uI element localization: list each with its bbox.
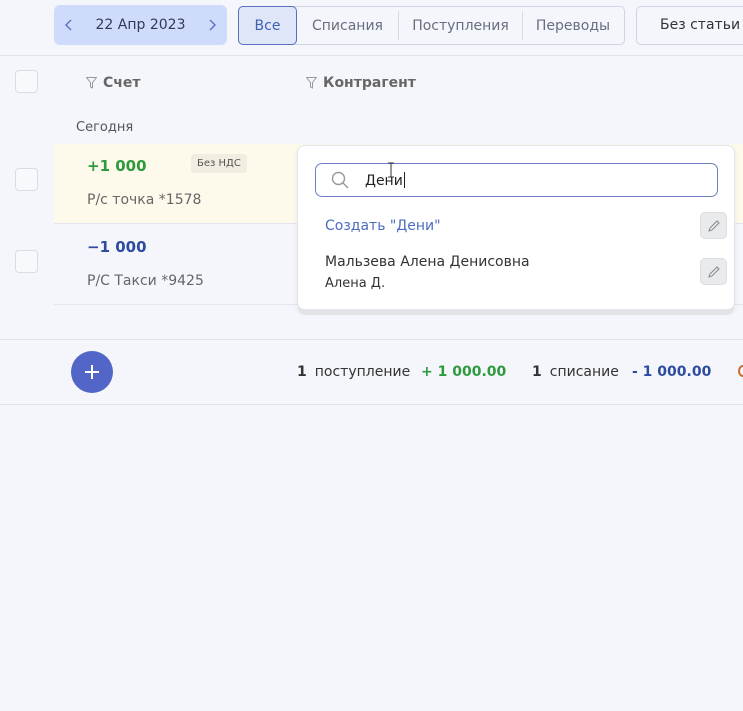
row-checkbox[interactable] bbox=[15, 250, 38, 273]
row-account: Р/С Такси *9425 bbox=[87, 273, 204, 289]
edit-button[interactable] bbox=[700, 212, 727, 239]
income-summary: 1 поступление bbox=[297, 364, 410, 380]
article-filter-button[interactable]: Без статьи (С bbox=[636, 6, 743, 45]
pencil-icon bbox=[707, 265, 720, 278]
counterparty-search-input[interactable]: Дени bbox=[315, 163, 718, 197]
divider bbox=[0, 55, 743, 56]
text-cursor-icon bbox=[388, 162, 394, 178]
chevron-left-icon[interactable] bbox=[62, 18, 76, 32]
counterparty-option[interactable]: Мальзева Алена Денисовна Алена Д. bbox=[325, 254, 530, 291]
section-label: Сегодня bbox=[76, 120, 134, 135]
plus-icon bbox=[85, 365, 99, 379]
income-total: + 1 000.00 bbox=[421, 364, 507, 380]
pencil-icon bbox=[707, 219, 720, 232]
search-value[interactable]: Дени bbox=[365, 172, 405, 189]
date-label[interactable]: 22 Апр 2023 bbox=[96, 17, 186, 33]
add-operation-button[interactable] bbox=[71, 351, 113, 393]
tab-writeoffs[interactable]: Списания bbox=[297, 11, 399, 40]
date-picker[interactable]: 22 Апр 2023 bbox=[54, 5, 227, 45]
expense-summary: 1 списание bbox=[532, 364, 619, 380]
search-icon bbox=[331, 171, 349, 189]
expense-total: - 1 000.00 bbox=[632, 364, 712, 380]
tab-receipts[interactable]: Поступления bbox=[399, 11, 523, 40]
operation-type-tabs: Все Списания Поступления Переводы bbox=[238, 6, 625, 45]
counterparty-dropdown: Дени Создать "Дени" Мальзева Алена Денис… bbox=[297, 145, 735, 310]
divider bbox=[0, 404, 743, 405]
filter-icon bbox=[86, 77, 97, 89]
expense-label: списание bbox=[549, 364, 619, 380]
column-label-account: Счет bbox=[103, 75, 141, 91]
counterparty-short-name: Алена Д. bbox=[325, 276, 386, 291]
income-count: 1 bbox=[297, 364, 307, 380]
row-checkbox[interactable] bbox=[15, 168, 38, 191]
divider bbox=[0, 339, 743, 340]
tab-transfers[interactable]: Переводы bbox=[523, 11, 623, 40]
counterparty-name: Мальзева Алена Денисовна bbox=[325, 254, 530, 270]
truncated-indicator bbox=[738, 365, 743, 377]
expense-count: 1 bbox=[532, 364, 542, 380]
vat-badge: Без НДС bbox=[191, 154, 247, 173]
tab-all[interactable]: Все bbox=[238, 6, 297, 45]
filter-icon bbox=[306, 77, 317, 89]
create-counterparty-option[interactable]: Создать "Дени" bbox=[325, 218, 441, 234]
column-header-account[interactable]: Счет bbox=[86, 75, 141, 91]
row-amount: −1 000 bbox=[87, 238, 147, 256]
row-account: Р/с точка *1578 bbox=[87, 192, 202, 208]
edit-button[interactable] bbox=[700, 258, 727, 285]
select-all-checkbox[interactable] bbox=[15, 70, 38, 93]
income-label: поступление bbox=[314, 364, 411, 380]
row-amount: +1 000 bbox=[87, 157, 147, 175]
column-header-counterparty[interactable]: Контрагент bbox=[306, 75, 416, 91]
chevron-right-icon[interactable] bbox=[205, 18, 219, 32]
column-label-counterparty: Контрагент bbox=[323, 75, 416, 91]
